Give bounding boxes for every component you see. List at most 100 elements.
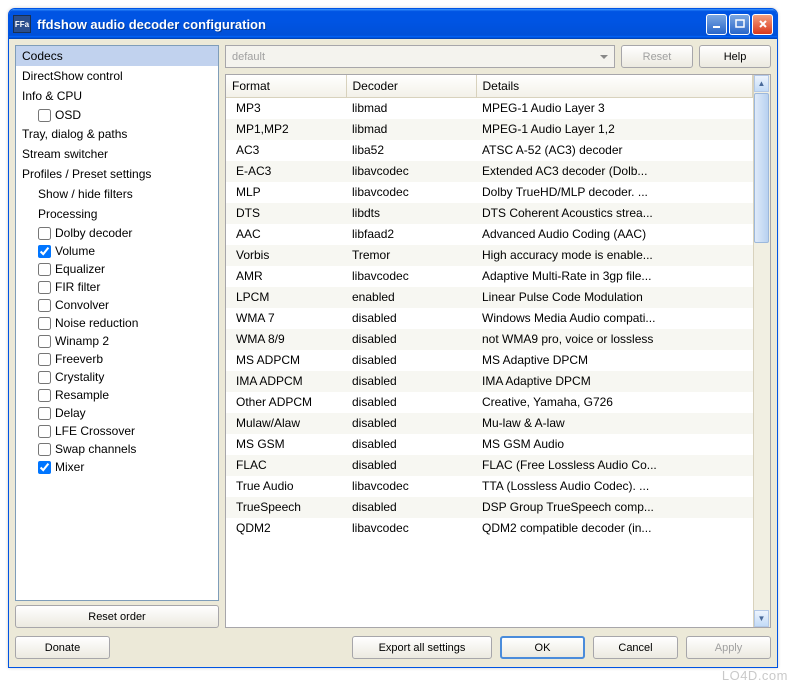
checkbox[interactable] bbox=[38, 407, 51, 420]
cell-details: TTA (Lossless Audio Codec). ... bbox=[476, 476, 753, 497]
table-row[interactable]: QDM2libavcodecQDM2 compatible decoder (i… bbox=[226, 518, 753, 539]
table-row[interactable]: AMRlibavcodecAdaptive Multi-Rate in 3gp … bbox=[226, 266, 753, 287]
cell-decoder: disabled bbox=[346, 434, 476, 455]
client-area: CodecsDirectShow controlInfo & CPUOSDTra… bbox=[9, 39, 777, 667]
sidebar-item[interactable]: Info & CPU bbox=[16, 86, 218, 106]
sidebar-item[interactable]: Show / hide filters bbox=[16, 184, 218, 204]
checkbox[interactable] bbox=[38, 109, 51, 122]
col-format[interactable]: Format bbox=[226, 75, 346, 97]
titlebar[interactable]: FFa ffdshow audio decoder configuration bbox=[9, 9, 777, 39]
ok-button[interactable]: OK bbox=[500, 636, 585, 659]
checkbox[interactable] bbox=[38, 335, 51, 348]
reset-order-button[interactable]: Reset order bbox=[15, 605, 219, 628]
table-row[interactable]: TrueSpeechdisabledDSP Group TrueSpeech c… bbox=[226, 497, 753, 518]
sidebar-item-check[interactable]: Delay bbox=[16, 404, 218, 422]
sidebar-item-check[interactable]: Mixer bbox=[16, 458, 218, 476]
sidebar-item-check[interactable]: Crystality bbox=[16, 368, 218, 386]
close-button[interactable] bbox=[752, 14, 773, 35]
sidebar-item[interactable]: Codecs bbox=[16, 46, 218, 66]
sidebar-item[interactable]: Processing bbox=[16, 204, 218, 224]
cell-details: IMA Adaptive DPCM bbox=[476, 371, 753, 392]
apply-button[interactable]: Apply bbox=[686, 636, 771, 659]
sidebar-item-check[interactable]: Convolver bbox=[16, 296, 218, 314]
table-row[interactable]: E-AC3libavcodecExtended AC3 decoder (Dol… bbox=[226, 161, 753, 182]
sidebar-item-check[interactable]: Winamp 2 bbox=[16, 332, 218, 350]
sidebar-item-check[interactable]: OSD bbox=[16, 106, 218, 124]
cancel-button[interactable]: Cancel bbox=[593, 636, 678, 659]
table-row[interactable]: MP3libmadMPEG-1 Audio Layer 3 bbox=[226, 97, 753, 119]
sidebar-item[interactable]: DirectShow control bbox=[16, 66, 218, 86]
sidebar-item-check[interactable]: Swap channels bbox=[16, 440, 218, 458]
preset-toolbar: default Reset Help bbox=[225, 45, 771, 68]
table-row[interactable]: LPCMenabledLinear Pulse Code Modulation bbox=[226, 287, 753, 308]
cell-format: LPCM bbox=[226, 287, 346, 308]
export-button[interactable]: Export all settings bbox=[352, 636, 492, 659]
sidebar-item-check[interactable]: Volume bbox=[16, 242, 218, 260]
help-button[interactable]: Help bbox=[699, 45, 771, 68]
sidebar-item-check[interactable]: Resample bbox=[16, 386, 218, 404]
cell-details: Linear Pulse Code Modulation bbox=[476, 287, 753, 308]
reset-button[interactable]: Reset bbox=[621, 45, 693, 68]
checkbox[interactable] bbox=[38, 389, 51, 402]
cell-format: DTS bbox=[226, 203, 346, 224]
table-row[interactable]: IMA ADPCMdisabledIMA Adaptive DPCM bbox=[226, 371, 753, 392]
codec-table[interactable]: Format Decoder Details MP3libmadMPEG-1 A… bbox=[226, 75, 753, 539]
table-row[interactable]: FLACdisabledFLAC (Free Lossless Audio Co… bbox=[226, 455, 753, 476]
checkbox[interactable] bbox=[38, 461, 51, 474]
checkbox[interactable] bbox=[38, 353, 51, 366]
table-row[interactable]: WMA 7disabledWindows Media Audio compati… bbox=[226, 308, 753, 329]
sidebar-item-check[interactable]: Equalizer bbox=[16, 260, 218, 278]
table-row[interactable]: MP1,MP2libmadMPEG-1 Audio Layer 1,2 bbox=[226, 119, 753, 140]
checkbox[interactable] bbox=[38, 227, 51, 240]
checkbox[interactable] bbox=[38, 425, 51, 438]
checkbox[interactable] bbox=[38, 443, 51, 456]
table-row[interactable]: Other ADPCMdisabledCreative, Yamaha, G72… bbox=[226, 392, 753, 413]
checkbox[interactable] bbox=[38, 263, 51, 276]
checkbox[interactable] bbox=[38, 371, 51, 384]
sidebar-item-check[interactable]: FIR filter bbox=[16, 278, 218, 296]
cell-details: Extended AC3 decoder (Dolb... bbox=[476, 161, 753, 182]
donate-button[interactable]: Donate bbox=[15, 636, 110, 659]
sidebar-item-label: Freeverb bbox=[55, 350, 103, 368]
scroll-up-icon[interactable]: ▲ bbox=[754, 75, 769, 92]
checkbox[interactable] bbox=[38, 317, 51, 330]
sidebar-item[interactable]: Tray, dialog & paths bbox=[16, 124, 218, 144]
sidebar-item-label: FIR filter bbox=[55, 278, 100, 296]
table-scrollbar[interactable]: ▲ ▼ bbox=[753, 75, 770, 627]
table-header-row[interactable]: Format Decoder Details bbox=[226, 75, 753, 97]
table-row[interactable]: MLPlibavcodecDolby TrueHD/MLP decoder. .… bbox=[226, 182, 753, 203]
checkbox[interactable] bbox=[38, 281, 51, 294]
cell-details: MPEG-1 Audio Layer 1,2 bbox=[476, 119, 753, 140]
sidebar-item-check[interactable]: Dolby decoder bbox=[16, 224, 218, 242]
table-row[interactable]: MS ADPCMdisabledMS Adaptive DPCM bbox=[226, 350, 753, 371]
table-row[interactable]: MS GSMdisabledMS GSM Audio bbox=[226, 434, 753, 455]
cell-format: Mulaw/Alaw bbox=[226, 413, 346, 434]
sidebar-item[interactable]: Profiles / Preset settings bbox=[16, 164, 218, 184]
cell-format: AMR bbox=[226, 266, 346, 287]
checkbox[interactable] bbox=[38, 299, 51, 312]
scroll-down-icon[interactable]: ▼ bbox=[754, 610, 769, 627]
maximize-button[interactable] bbox=[729, 14, 750, 35]
scroll-thumb[interactable] bbox=[754, 93, 769, 243]
table-row[interactable]: Mulaw/AlawdisabledMu-law & A-law bbox=[226, 413, 753, 434]
table-row[interactable]: AC3liba52ATSC A-52 (AC3) decoder bbox=[226, 140, 753, 161]
table-row[interactable]: True AudiolibavcodecTTA (Lossless Audio … bbox=[226, 476, 753, 497]
cell-details: DTS Coherent Acoustics strea... bbox=[476, 203, 753, 224]
cell-decoder: libavcodec bbox=[346, 266, 476, 287]
preset-dropdown[interactable]: default bbox=[225, 45, 615, 68]
minimize-button[interactable] bbox=[706, 14, 727, 35]
sidebar-tree[interactable]: CodecsDirectShow controlInfo & CPUOSDTra… bbox=[15, 45, 219, 601]
table-row[interactable]: AAClibfaad2Advanced Audio Coding (AAC) bbox=[226, 224, 753, 245]
table-row[interactable]: WMA 8/9disablednot WMA9 pro, voice or lo… bbox=[226, 329, 753, 350]
sidebar-item-check[interactable]: Noise reduction bbox=[16, 314, 218, 332]
table-row[interactable]: VorbisTremorHigh accuracy mode is enable… bbox=[226, 245, 753, 266]
col-decoder[interactable]: Decoder bbox=[346, 75, 476, 97]
col-details[interactable]: Details bbox=[476, 75, 753, 97]
table-row[interactable]: DTSlibdtsDTS Coherent Acoustics strea... bbox=[226, 203, 753, 224]
cell-decoder: enabled bbox=[346, 287, 476, 308]
cell-details: MS Adaptive DPCM bbox=[476, 350, 753, 371]
sidebar-item-check[interactable]: LFE Crossover bbox=[16, 422, 218, 440]
sidebar-item-check[interactable]: Freeverb bbox=[16, 350, 218, 368]
sidebar-item[interactable]: Stream switcher bbox=[16, 144, 218, 164]
checkbox[interactable] bbox=[38, 245, 51, 258]
